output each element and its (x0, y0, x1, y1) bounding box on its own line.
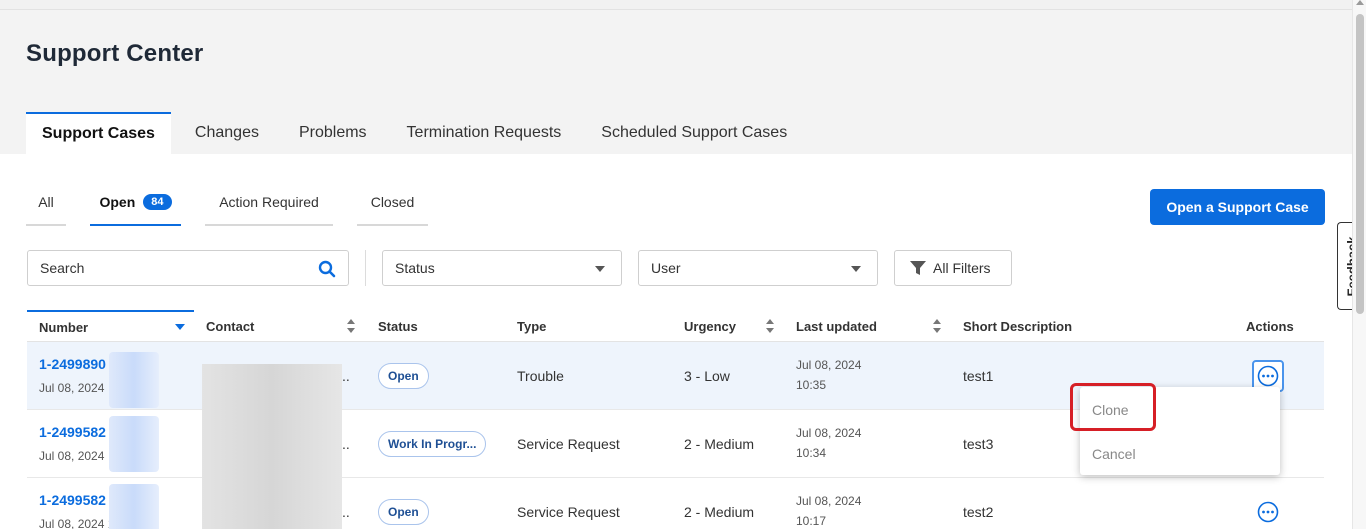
row-actions-button[interactable] (1257, 501, 1279, 523)
search-box (27, 250, 349, 286)
short-description: test1 (963, 368, 994, 384)
column-header-number[interactable]: Number (27, 310, 194, 342)
subtab-closed[interactable]: Closed (357, 180, 428, 226)
main-tabs: Support Cases Changes Problems Terminati… (26, 112, 811, 154)
table-row: 1-2499582 Jul 08, 2024 10:16 .. Open Ser… (27, 478, 1324, 529)
column-header-type: Type (517, 318, 547, 334)
status-badge: Work In Progr... (378, 431, 487, 457)
column-header-contact-label: Contact (206, 318, 255, 334)
search-icon[interactable] (318, 260, 336, 278)
search-input[interactable] (28, 251, 298, 285)
subtab-all[interactable]: All (26, 180, 66, 226)
case-urgency: 2 - Medium (684, 504, 755, 520)
tab-changes[interactable]: Changes (179, 112, 275, 154)
sort-icon (766, 319, 774, 333)
column-header-contact[interactable]: Contact (206, 310, 358, 342)
case-type: Trouble (517, 368, 564, 384)
chevron-down-icon (851, 266, 861, 272)
updated-date: Jul 08, 2024 (796, 494, 862, 508)
status-badge: Open (378, 363, 429, 389)
column-header-last-updated[interactable]: Last updated (796, 310, 943, 342)
case-number-link[interactable]: 1-2499890 (39, 356, 106, 372)
column-header-number-label: Number (39, 319, 89, 335)
chevron-down-icon (595, 266, 605, 272)
status-filter-select[interactable]: Status (382, 250, 622, 286)
updated-time: 10:34 (796, 446, 827, 460)
top-strip (0, 0, 1352, 10)
case-urgency: 2 - Medium (684, 436, 755, 452)
column-header-actions: Actions (1246, 318, 1294, 334)
status-badge: Open (378, 499, 429, 525)
updated-time: 10:17 (796, 514, 827, 528)
case-number-link[interactable]: 1-2499582 (39, 492, 106, 508)
all-filters-label: All Filters (933, 260, 991, 276)
case-opened-date: Jul 08, 2024 (39, 381, 105, 395)
table-header: Number Contact Status Type Urgency Last … (27, 310, 1324, 342)
tab-problems[interactable]: Problems (283, 112, 383, 154)
redacted-number-blur (109, 352, 159, 408)
page-scrollbar[interactable] (1352, 0, 1366, 529)
tab-scheduled-support-cases[interactable]: Scheduled Support Cases (585, 112, 803, 154)
scroll-up-icon[interactable] (1356, 0, 1364, 5)
contact-truncated: .. (342, 368, 350, 384)
case-opened-date: Jul 08, 2024 (39, 449, 105, 463)
subtab-open-label: Open (99, 194, 136, 210)
page-title: Support Center (26, 40, 204, 67)
more-horizontal-icon (1257, 501, 1279, 523)
updated-date: Jul 08, 2024 (796, 358, 862, 372)
menu-item-cancel[interactable]: Cancel (1092, 446, 1136, 462)
scrollbar-thumb[interactable] (1356, 14, 1364, 314)
column-header-short-description: Short Description (963, 318, 1073, 334)
sort-desc-icon (175, 324, 185, 330)
column-header-last-updated-label: Last updated (796, 318, 877, 334)
redacted-contact-blur (202, 410, 342, 478)
user-filter-select[interactable]: User (638, 250, 878, 286)
open-support-case-button[interactable]: Open a Support Case (1150, 189, 1325, 225)
column-header-status: Status (378, 318, 418, 334)
more-horizontal-icon (1257, 365, 1279, 387)
short-description: test3 (963, 436, 994, 452)
open-count-badge: 84 (143, 194, 172, 210)
toolbar-divider (365, 250, 366, 286)
column-header-urgency-label: Urgency (684, 318, 737, 334)
updated-date: Jul 08, 2024 (796, 426, 862, 440)
sort-icon (347, 319, 355, 333)
contact-truncated: .. (342, 436, 350, 452)
clone-highlight-box (1070, 383, 1156, 431)
case-urgency: 3 - Low (684, 368, 730, 384)
redacted-number-blur (109, 484, 159, 529)
user-filter-label: User (651, 260, 681, 276)
redacted-contact-blur (202, 478, 342, 529)
updated-time: 10:35 (796, 378, 827, 392)
sort-icon (933, 319, 941, 333)
case-filter-tabs: All Open 84 Action Required Closed (26, 180, 452, 226)
contact-truncated: .. (342, 504, 350, 520)
filter-icon (910, 261, 926, 275)
tab-termination-requests[interactable]: Termination Requests (391, 112, 578, 154)
case-number-link[interactable]: 1-2499582 (39, 424, 106, 440)
redacted-number-blur (109, 416, 159, 472)
case-type: Service Request (517, 504, 620, 520)
all-filters-button[interactable]: All Filters (894, 250, 1012, 286)
short-description: test2 (963, 504, 994, 520)
subtab-open[interactable]: Open 84 (90, 180, 181, 226)
status-filter-label: Status (395, 260, 435, 276)
case-type: Service Request (517, 436, 620, 452)
column-header-urgency[interactable]: Urgency (684, 310, 776, 342)
subtab-action-required[interactable]: Action Required (205, 180, 333, 226)
tab-support-cases[interactable]: Support Cases (26, 112, 171, 154)
